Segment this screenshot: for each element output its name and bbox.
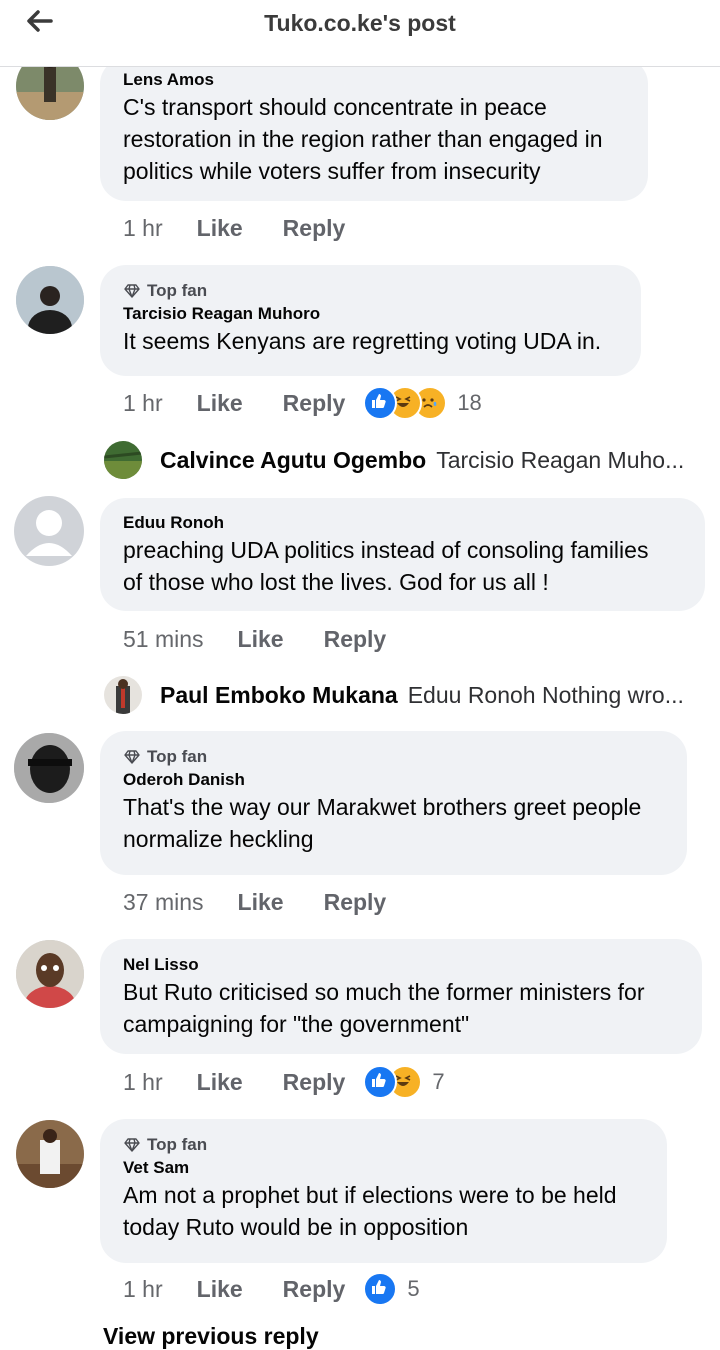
comment-time[interactable]: 1 hr <box>123 390 163 417</box>
reaction-count: 5 <box>407 1276 420 1301</box>
reply-preview[interactable]: Calvince Agutu Ogembo Tarcisio Reagan Mu… <box>104 440 684 480</box>
comment-text: That's the way our Marakwet brothers gre… <box>123 794 642 852</box>
diamond-icon <box>124 284 140 298</box>
top-bar: Tuko.co.ke's post <box>0 0 720 67</box>
comment-bubble[interactable]: Lens Amos C's transport should concentra… <box>100 58 648 201</box>
comment-text: It seems Kenyans are regretting voting U… <box>123 328 602 354</box>
comment-text: But Ruto criticised so much the former m… <box>123 979 645 1037</box>
like-button[interactable]: Like <box>238 626 284 653</box>
comment-meta: 37 mins Like Reply <box>123 884 404 920</box>
comment-meta: 1 hr Like Reply 7 <box>123 1064 445 1100</box>
reaction-summary[interactable]: 7 <box>363 1065 445 1099</box>
comment-author[interactable]: Tarcisio Reagan Muhoro <box>123 303 619 325</box>
reply-button[interactable]: Reply <box>283 390 346 417</box>
comment-bubble[interactable]: Eduu Ronoh preaching UDA politics instea… <box>100 498 705 611</box>
reply-button[interactable]: Reply <box>283 1069 346 1096</box>
comment-bubble[interactable]: Top fan Vet Sam Am not a prophet but if … <box>100 1119 667 1263</box>
view-previous-reply-link[interactable]: View previous reply <box>103 1323 319 1350</box>
avatar[interactable] <box>104 441 142 479</box>
top-fan-badge: Top fan <box>123 279 619 303</box>
comment-author[interactable]: Oderoh Danish <box>123 769 665 791</box>
comment-meta: 1 hr Like Reply 5 <box>123 1271 420 1307</box>
like-button[interactable]: Like <box>238 889 284 916</box>
avatar[interactable] <box>16 1120 84 1188</box>
top-fan-badge: Top fan <box>123 1133 645 1157</box>
comment-author[interactable]: Nel Lisso <box>123 954 680 976</box>
reply-text: Eduu Ronoh Nothing wro... <box>407 681 684 708</box>
comment-bubble[interactable]: Top fan Oderoh Danish That's the way our… <box>100 731 687 875</box>
avatar[interactable] <box>14 733 84 803</box>
comment-meta: 51 mins Like Reply <box>123 621 404 657</box>
comment-author[interactable]: Vet Sam <box>123 1157 645 1179</box>
reply-author[interactable]: Calvince Agutu Ogembo <box>160 447 426 474</box>
reply-text: Tarcisio Reagan Muho... <box>436 446 685 473</box>
comment-author[interactable]: Lens Amos <box>123 69 626 91</box>
reply-button[interactable]: Reply <box>324 626 387 653</box>
comment-text: Am not a prophet but if elections were t… <box>123 1182 617 1240</box>
comment-text: preaching UDA politics instead of consol… <box>123 537 649 595</box>
diamond-icon <box>124 750 140 764</box>
comment-text: C's transport should concentrate in peac… <box>123 94 603 184</box>
like-button[interactable]: Like <box>197 1276 243 1303</box>
avatar[interactable] <box>16 940 84 1008</box>
like-button[interactable]: Like <box>197 390 243 417</box>
avatar[interactable] <box>14 496 84 566</box>
page-title: Tuko.co.ke's post <box>264 10 456 36</box>
comment-time[interactable]: 1 hr <box>123 215 163 242</box>
reaction-summary[interactable]: 18 <box>363 386 482 420</box>
comment-meta: 1 hr Like Reply <box>123 210 363 246</box>
like-button[interactable]: Like <box>197 215 243 242</box>
like-button[interactable]: Like <box>197 1069 243 1096</box>
reply-button[interactable]: Reply <box>324 889 387 916</box>
reaction-summary[interactable]: 5 <box>363 1272 420 1306</box>
reply-preview[interactable]: Paul Emboko Mukana Eduu Ronoh Nothing wr… <box>104 675 684 715</box>
reply-author[interactable]: Paul Emboko Mukana <box>160 682 398 709</box>
reply-button[interactable]: Reply <box>283 215 346 242</box>
comment-bubble[interactable]: Top fan Tarcisio Reagan Muhoro It seems … <box>100 265 641 376</box>
diamond-icon <box>124 1138 140 1152</box>
comment-meta: 1 hr Like Reply 18 <box>123 385 482 421</box>
comment-time[interactable]: 1 hr <box>123 1069 163 1096</box>
top-fan-badge: Top fan <box>123 745 665 769</box>
avatar[interactable] <box>104 676 142 714</box>
comment-time[interactable]: 1 hr <box>123 1276 163 1303</box>
comment-author[interactable]: Eduu Ronoh <box>123 512 683 534</box>
reaction-count: 7 <box>432 1069 445 1094</box>
like-reaction-icon <box>363 1272 398 1306</box>
avatar[interactable] <box>16 266 84 334</box>
comment-time[interactable]: 37 mins <box>123 889 204 916</box>
reply-button[interactable]: Reply <box>283 1276 346 1303</box>
comment-time[interactable]: 51 mins <box>123 626 204 653</box>
comment-bubble[interactable]: Nel Lisso But Ruto criticised so much th… <box>100 939 702 1054</box>
reaction-count: 18 <box>457 390 482 415</box>
